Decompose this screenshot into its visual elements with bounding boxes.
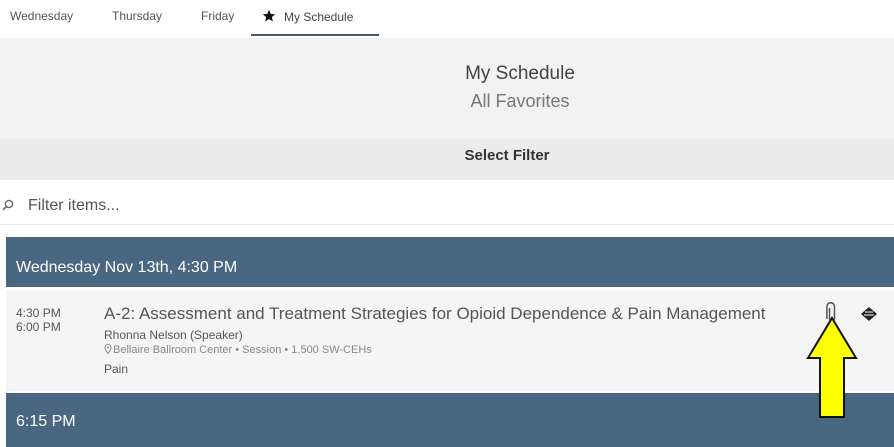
group-header-label: 6:15 PM (16, 413, 76, 430)
tab-my-schedule-label: My Schedule (284, 10, 354, 24)
star-icon (262, 9, 276, 22)
session-location: Bellaire Ballroom Center • Session • 1.5… (104, 344, 372, 356)
tag-icon[interactable] (860, 306, 878, 322)
tab-friday[interactable]: Friday (201, 9, 234, 23)
session-speaker: Rhonna Nelson (Speaker) (104, 328, 243, 342)
up-arrow-annotation (806, 316, 858, 418)
schedule-header (0, 38, 894, 139)
map-pin-icon (104, 344, 112, 354)
select-filter-label: Select Filter (464, 147, 550, 164)
search-icon (2, 199, 14, 211)
page-subtitle: All Favorites (470, 91, 570, 111)
group-header-label: Wednesday Nov 13th, 4:30 PM (16, 259, 238, 276)
filter-items-input[interactable] (28, 193, 628, 219)
group-header-wednesday: Wednesday Nov 13th, 4:30 PM (6, 237, 894, 287)
session-end-time: 6:00 PM (16, 320, 61, 334)
tab-my-schedule[interactable]: My Schedule (262, 9, 353, 24)
session-track: Pain (104, 362, 129, 376)
tab-wednesday[interactable]: Wednesday (10, 9, 73, 23)
page-title: My Schedule (465, 63, 575, 84)
session-start-time: 4:30 PM (16, 306, 61, 320)
session-location-text: Bellaire Ballroom Center • Session • 1.5… (113, 344, 372, 356)
tab-thursday[interactable]: Thursday (112, 9, 162, 23)
session-title[interactable]: A-2: Assessment and Treatment Strategies… (104, 304, 765, 324)
active-tab-indicator (251, 34, 379, 36)
day-tabs: Wednesday Thursday Friday My Schedule (0, 0, 894, 38)
group-header-6-15: 6:15 PM (6, 393, 894, 447)
